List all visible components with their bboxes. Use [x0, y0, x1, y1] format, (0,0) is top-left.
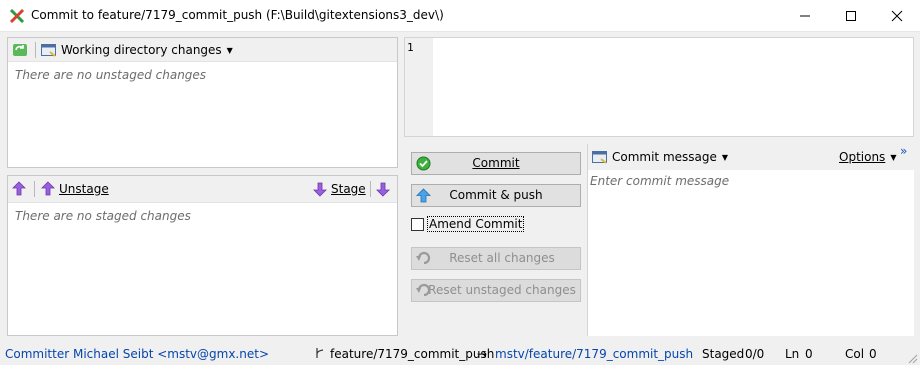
unstage-button[interactable]: Unstage	[41, 180, 109, 198]
arrow-down-double-icon	[376, 182, 390, 197]
status-bar: Committer Michael Seibt <mstv@gmx.net> f…	[0, 343, 920, 365]
maximize-icon	[846, 11, 856, 21]
options-dropdown[interactable]: Options ▼	[839, 148, 896, 166]
undo-icon	[416, 283, 432, 305]
commit-button[interactable]: Commit	[411, 152, 581, 175]
maximize-button[interactable]	[828, 0, 874, 32]
chevron-down-icon: ▼	[890, 152, 897, 162]
remote-branch-link[interactable]: mstv/feature/7179_commit_push	[495, 347, 693, 361]
chevron-down-icon: ▼	[721, 152, 729, 162]
branch-arrow-icon: →	[477, 347, 488, 361]
arrow-up-double-icon	[12, 181, 26, 196]
line-value: 0	[805, 347, 813, 361]
staged-panel: Unstage Stage There are no staged change…	[7, 175, 398, 336]
working-directory-dropdown[interactable]: Working directory changes ▼	[41, 41, 233, 59]
diff-viewer[interactable]: 1	[404, 37, 914, 137]
commit-push-button[interactable]: Commit & push	[411, 184, 581, 207]
column-label: Col	[845, 347, 865, 361]
commit-message-input[interactable]: Enter commit message	[590, 174, 729, 188]
reset-unstaged-label: Reset unstaged changes	[428, 283, 576, 297]
commit-message-panel: Commit message ▼ Options ▼ » Enter commi…	[587, 144, 914, 336]
commit-message-icon	[592, 151, 607, 164]
unstage-label: Unstage	[59, 182, 109, 196]
toolbar-separator	[370, 181, 371, 197]
refresh-icon	[13, 44, 27, 56]
reset-all-button[interactable]: Reset all changes	[411, 247, 581, 270]
window-title: Commit to feature/7179_commit_push (F:\B…	[31, 8, 444, 22]
commit-push-label: Commit & push	[449, 188, 543, 202]
staged-count-label: Staged	[702, 347, 745, 361]
amend-commit-label: Amend Commit	[426, 216, 525, 232]
unstage-all-button[interactable]	[12, 180, 30, 198]
close-button[interactable]	[874, 0, 920, 32]
column-value: 0	[869, 347, 877, 361]
arrow-down-icon	[313, 182, 327, 197]
commit-message-label: Commit message	[612, 150, 717, 164]
unstaged-panel: Working directory changes ▼ There are no…	[7, 37, 398, 168]
committer-link[interactable]: Committer Michael Seibt <mstv@gmx.net>	[5, 347, 269, 361]
checkbox-box[interactable]	[411, 217, 424, 231]
commit-actions-panel: Commit Commit & push Amend Commit Reset …	[404, 144, 587, 336]
minimize-icon	[800, 15, 810, 17]
resize-grip-icon[interactable]	[908, 353, 918, 364]
stage-button[interactable]: Stage	[313, 180, 366, 198]
check-circle-icon	[416, 156, 431, 178]
reset-all-label: Reset all changes	[449, 251, 555, 265]
line-label: Ln	[785, 347, 800, 361]
staged-count-value: 0/0	[745, 347, 765, 361]
line-number: 1	[407, 41, 414, 54]
branch-name: feature/7179_commit_push	[330, 347, 495, 361]
commit-label: Commit	[472, 156, 520, 170]
minimize-button[interactable]	[782, 0, 828, 32]
arrow-up-icon	[41, 181, 55, 196]
title-bar: Commit to feature/7179_commit_push (F:\B…	[0, 0, 920, 32]
working-directory-icon	[41, 44, 56, 57]
arrow-up-push-icon	[416, 188, 431, 210]
toolbar-separator	[35, 42, 36, 58]
git-extensions-logo-icon	[9, 8, 25, 24]
refresh-button[interactable]	[12, 41, 32, 59]
commit-message-toolbar: Commit message ▼ Options ▼ »	[588, 144, 914, 170]
commit-message-dropdown[interactable]: Commit message ▼	[592, 148, 728, 166]
reset-unstaged-button[interactable]: Reset unstaged changes	[411, 279, 581, 302]
toolbar-separator	[34, 181, 35, 197]
stage-label: Stage	[331, 182, 366, 196]
line-number-gutter: 1	[405, 38, 433, 136]
staged-toolbar: Unstage Stage	[8, 176, 397, 203]
stage-all-button[interactable]	[376, 180, 394, 198]
branch-icon	[315, 347, 325, 362]
chevron-down-icon: ▼	[226, 45, 233, 55]
amend-commit-checkbox[interactable]: Amend Commit	[411, 216, 525, 232]
staged-empty-text: There are no staged changes	[15, 209, 191, 223]
unstaged-toolbar: Working directory changes ▼	[8, 38, 397, 62]
undo-icon	[416, 251, 432, 273]
unstaged-empty-text: There are no unstaged changes	[15, 68, 207, 82]
working-directory-label: Working directory changes	[61, 43, 222, 57]
options-label: Options	[839, 150, 886, 164]
close-icon	[891, 10, 903, 22]
overflow-chevron-icon[interactable]: »	[900, 144, 907, 158]
